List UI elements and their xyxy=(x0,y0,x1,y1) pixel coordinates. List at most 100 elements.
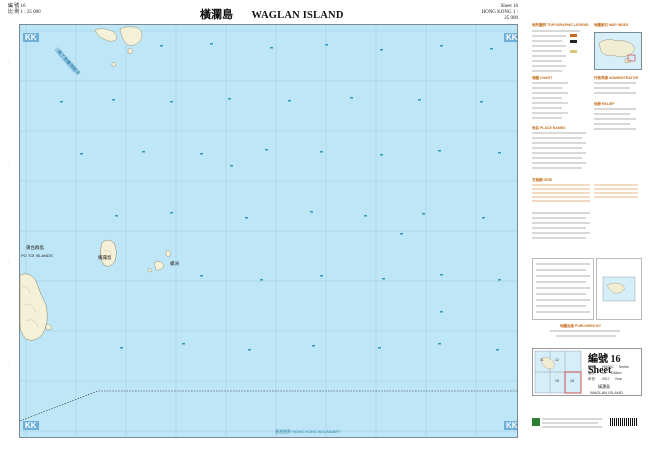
central-island xyxy=(100,239,117,267)
legend-row xyxy=(532,60,562,62)
legend-section-head: 地形圖例 TOPOGRAPHIC LEGEND xyxy=(532,23,589,27)
legend-section-head: 地圖出版 PUBLISHED BY xyxy=(560,324,602,328)
legend-row xyxy=(532,112,568,114)
legend-row xyxy=(532,142,586,144)
legend-section-head: 海圖 CHART xyxy=(532,76,553,80)
legend-row xyxy=(532,97,562,99)
diagram-box xyxy=(596,258,642,320)
sheet-year-row: 年份 2017 Year xyxy=(588,377,640,382)
legend-row xyxy=(532,132,586,134)
map-title-zh: 橫瀾島 xyxy=(200,8,233,21)
sheet-edition-row: 版次 10 Edition xyxy=(588,371,640,376)
legend-row xyxy=(594,123,630,125)
legend-row xyxy=(532,167,582,169)
sheet-row-zh: 版次 xyxy=(588,371,595,375)
legend-panel: 地形圖例 TOPOGRAPHIC LEGEND 地圖索引 MAP INDEX 海… xyxy=(530,22,642,344)
legend-row xyxy=(532,40,562,42)
map-title-en: WAGLAN ISLAND xyxy=(251,10,344,21)
legend-section-head: 地圖索引 MAP INDEX xyxy=(594,23,629,27)
map-canvas xyxy=(20,25,517,437)
grid-tick-left: · xyxy=(8,160,10,165)
grid-lines xyxy=(20,25,517,437)
map-frame[interactable]: KK KK KK KK 蒲台群島 PO TOI ISLANDS 橫瀾島 螺洲 南… xyxy=(19,24,518,438)
legend-row xyxy=(532,45,566,47)
grid-tick-left: · xyxy=(8,60,10,65)
sheet-row-value: 10 xyxy=(601,371,606,375)
legend-section-head: 行政界線 ADMINISTRATIVE xyxy=(594,76,639,80)
grid-zone-label: KK xyxy=(504,421,518,430)
legend-row xyxy=(594,108,636,110)
legend-row xyxy=(532,227,586,229)
header-scale: 比 例 1 : 25 000 xyxy=(8,10,41,15)
sheet-row-zh: 年份 xyxy=(588,377,595,381)
publisher-row xyxy=(542,418,602,420)
legend-row xyxy=(532,222,590,224)
legend-row xyxy=(532,188,590,190)
sheet-row-zh: 編號 xyxy=(588,365,595,369)
legend-section-head: 地勢 RELIEF xyxy=(594,102,615,106)
legend-row xyxy=(532,212,590,214)
legend-row xyxy=(594,188,638,190)
sheet-info-panel: 11 12 15 16 編號 16 Sheet 編號 HM20C Series … xyxy=(530,348,642,442)
island-label-waglan: 橫瀾島 xyxy=(98,256,112,261)
legend-row xyxy=(532,82,568,84)
sheet-row-value: HM20C xyxy=(601,365,614,369)
legend-row xyxy=(594,82,636,84)
grid-zone-label: KK xyxy=(23,33,39,42)
legend-row xyxy=(532,92,568,94)
legend-row xyxy=(594,113,630,115)
legend-row xyxy=(532,65,566,67)
north-islands xyxy=(94,26,143,67)
island-label-po-toi-en: PO TOI ISLANDS xyxy=(21,253,53,258)
legend-row xyxy=(532,137,582,139)
legend-symbol xyxy=(570,40,577,43)
legend-row xyxy=(556,335,616,337)
legend-row xyxy=(594,192,638,194)
legend-row xyxy=(532,102,568,104)
index-cell: 11 xyxy=(540,358,544,362)
legend-symbol xyxy=(570,50,577,53)
island-label-po-toi-zh: 蒲台群島 xyxy=(26,246,44,251)
grid-tick-left: · xyxy=(8,360,10,365)
grid-zone-label: KK xyxy=(504,33,518,42)
legend-row xyxy=(550,330,620,332)
legend-row xyxy=(594,118,636,120)
legend-section-head: 地名 PLACE NAMES xyxy=(532,126,566,130)
legend-row xyxy=(532,184,590,186)
legend-row xyxy=(532,200,590,202)
legend-row xyxy=(532,152,586,154)
legend-row xyxy=(594,184,638,186)
grid-tick-left: · xyxy=(8,260,10,265)
legend-row xyxy=(532,30,580,32)
index-map[interactable] xyxy=(594,32,642,70)
legend-row xyxy=(532,157,582,159)
legend-row xyxy=(532,232,590,234)
legend-row xyxy=(594,87,630,89)
sheet-row-en: Series xyxy=(618,365,629,369)
barcode xyxy=(610,418,638,426)
index-cell: 16 xyxy=(570,379,574,383)
header-scale-en: HONG KONG 1 : 25 000 xyxy=(481,10,518,21)
legend-row xyxy=(532,50,562,52)
sheet-row-value: 2017 xyxy=(601,377,610,381)
legend-row xyxy=(532,87,562,89)
legend-row xyxy=(532,70,562,72)
legend-row xyxy=(532,117,562,119)
island-label-east: 螺洲 xyxy=(170,262,179,267)
bottom-credit xyxy=(22,442,23,446)
index-cell: 12 xyxy=(555,358,559,362)
grid-reference-box xyxy=(532,258,594,320)
legend-row xyxy=(594,128,636,130)
sheet-name-en: WAGLAN ISLAND xyxy=(590,390,623,395)
legend-section-head: 方格網 GRID xyxy=(532,178,553,182)
legend-row xyxy=(532,237,586,239)
legend-row xyxy=(532,107,562,109)
legend-symbol xyxy=(570,34,577,37)
sheet-series-row: 編號 HM20C Series xyxy=(588,365,640,370)
legend-row xyxy=(532,192,590,194)
legend-row xyxy=(532,196,590,198)
legend-row xyxy=(594,92,636,94)
legend-row xyxy=(532,55,566,57)
legend-row xyxy=(532,35,566,37)
publisher-row xyxy=(542,422,598,424)
